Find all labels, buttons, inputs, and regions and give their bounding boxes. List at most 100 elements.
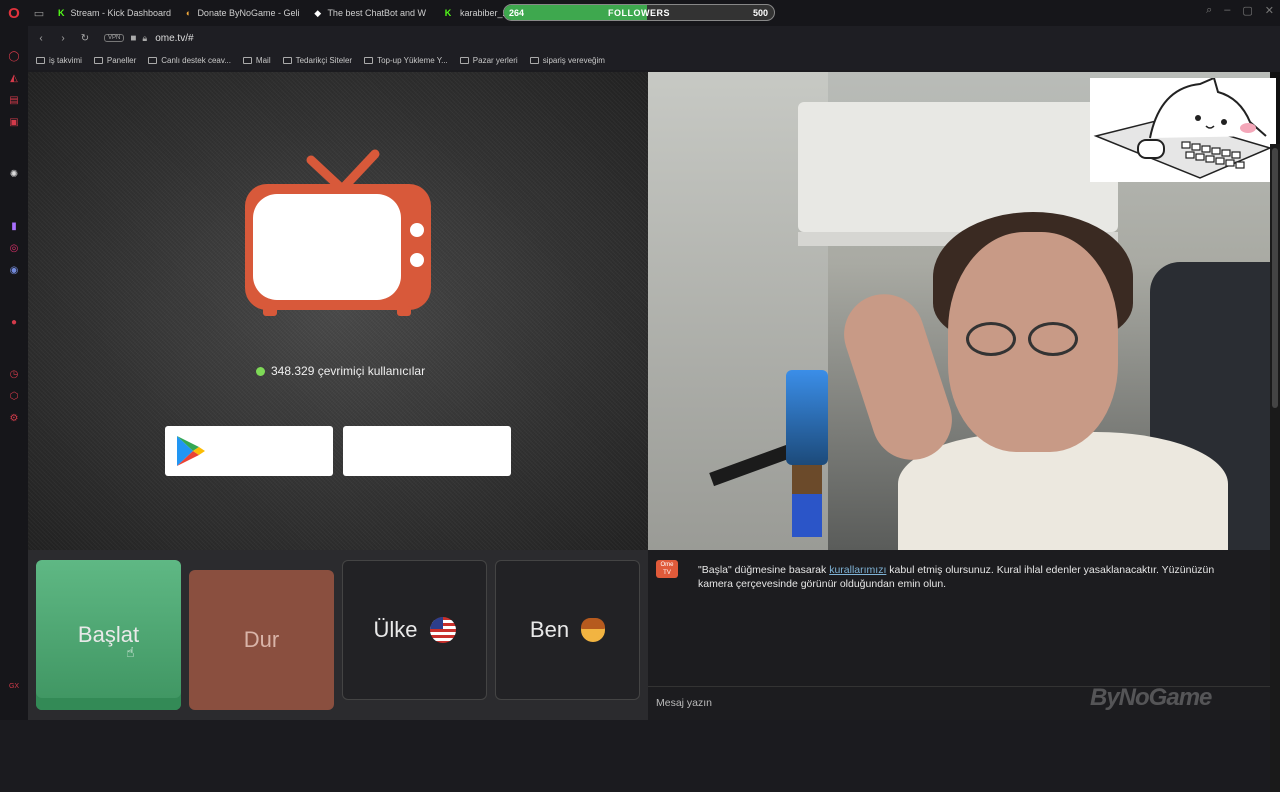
history-icon[interactable]: ◷ <box>8 368 20 380</box>
bookmark-folder[interactable]: iş takvimi <box>36 56 82 65</box>
gx-icon[interactable]: GX <box>8 680 20 692</box>
address-bar: ‹ › ↻ VPN ■ 🔒︎ ome.tv/# <box>28 26 1280 50</box>
bookmark-label: Pazar yerleri <box>472 55 518 65</box>
back-icon[interactable]: ‹ <box>32 33 50 44</box>
country-button-label: Ülke <box>373 617 418 642</box>
folder-icon <box>93 56 103 64</box>
folder-icon <box>364 56 374 64</box>
folder-icon <box>36 56 45 64</box>
folder-icon <box>242 56 252 64</box>
tab-label: karabiber_2 <box>460 8 508 18</box>
folder-icon <box>282 56 292 64</box>
google-play-button[interactable] <box>165 426 333 476</box>
settings-icon[interactable]: ⚙ <box>8 412 20 424</box>
folder-icon <box>459 56 469 64</box>
search-icon[interactable]: ⌕ <box>1206 4 1212 17</box>
maximize-icon[interactable]: ▢ <box>1242 4 1252 17</box>
tab-2[interactable]: ◆ The best ChatBot and W <box>306 0 434 26</box>
me-button-label: Ben <box>529 617 570 642</box>
scrollbar-thumb[interactable] <box>1272 148 1278 408</box>
page-scrollbar[interactable] <box>1270 144 1280 792</box>
forward-icon[interactable]: › <box>54 33 72 44</box>
mouse-cursor-icon: ☝ <box>126 644 135 660</box>
folder-icon <box>529 56 539 64</box>
tab-label: Donate ByNoGame - Geli <box>197 8 300 18</box>
me-button[interactable]: Ben <box>495 560 640 700</box>
followers-goal-widget: 264 FOLLOWERS 500 <box>503 4 775 21</box>
bookmarks-icon[interactable]: ▣ <box>8 116 20 128</box>
us-flag-icon <box>429 617 456 643</box>
discord-icon[interactable]: ◉ <box>8 264 20 276</box>
reload-icon[interactable]: ↻ <box>76 33 94 44</box>
bynogame-watermark: ByNoGame <box>1090 684 1212 711</box>
chat-system-message: "Başla" düğmesine basarak kurallarımızı … <box>698 563 1218 591</box>
chatgpt-icon[interactable]: ✺ <box>8 168 20 180</box>
bookmark-label: Tedarikçi Siteler <box>295 55 353 65</box>
start-button[interactable]: Başlat <box>36 560 181 710</box>
bookmark-label: Mail <box>255 55 271 65</box>
bookmark-folder[interactable]: Pazar yerleri <box>459 55 518 65</box>
kick-icon: K <box>444 8 452 18</box>
bookmark-folder[interactable]: Top-up Yükleme Y... <box>364 56 448 65</box>
extensions-icon[interactable]: ⬡ <box>8 390 20 402</box>
ome-controls: Başlat Dur Ülke Ben <box>28 550 648 720</box>
stop-button-label: Dur <box>243 627 280 652</box>
online-users-count: 348.329 çevrimiçi kullanıcılar <box>256 364 425 378</box>
bookmark-folder[interactable]: Canlı destek ceav... <box>148 56 231 65</box>
window-controls: ⌕ – ▢ ✕ <box>1206 4 1274 17</box>
tab-label: The best ChatBot and W <box>327 8 426 18</box>
bookmark-folder[interactable]: Paneller <box>93 55 137 65</box>
minimize-icon[interactable]: – <box>1224 4 1230 17</box>
avatar-emoji-icon <box>581 618 606 642</box>
tab-menu-icon[interactable]: ▭ <box>28 7 50 20</box>
bookmark-label: iş takvimi <box>49 55 82 65</box>
folder-icon <box>148 56 158 64</box>
online-dot-icon <box>256 366 265 376</box>
tab-1[interactable]: ◐ Donate ByNoGame - Geli <box>178 0 306 26</box>
rules-link[interactable]: kurallarımızı <box>829 564 886 576</box>
ome-tv-logo-icon <box>245 149 431 316</box>
country-button[interactable]: Ülke <box>342 560 487 700</box>
bookmark-folder[interactable]: Mail <box>242 55 271 65</box>
bongo-cat-overlay <box>1090 78 1276 182</box>
twitch-icon[interactable]: ▮ <box>8 220 20 232</box>
chat-message-prefix: "Başla" düğmesine basarak <box>698 564 830 576</box>
camera-person-glasses <box>966 322 1106 356</box>
bookmark-label: sipariş vereveğim <box>542 55 605 65</box>
bookmark-label: Top-up Yükleme Y... <box>377 55 448 65</box>
close-icon[interactable]: ✕ <box>1265 4 1274 17</box>
bynogame-icon: ◐ <box>186 8 192 18</box>
bookmarks-bar: iş takvimi Paneller Canlı destek ceav...… <box>28 50 1280 70</box>
stop-button[interactable]: Dur <box>189 570 334 710</box>
instagram-icon[interactable]: ◎ <box>8 242 20 254</box>
app-store-button[interactable] <box>343 426 511 476</box>
vpn-badge[interactable]: VPN <box>104 34 125 42</box>
ome-tv-chat-logo-icon: Ome TV <box>656 560 678 578</box>
microphone <box>778 370 836 540</box>
browser-sidebar: ◯ ◭ ▤ ▣ ✺ ▮ ◎ ◉ ● ◷ ⬡ ⚙ GX <box>0 26 28 720</box>
gx-corner-icon[interactable]: ▤ <box>8 94 20 106</box>
chat-placeholder: Mesaj yazın <box>656 697 713 709</box>
url-field[interactable]: ome.tv/# <box>155 33 193 44</box>
bookmark-label: Paneller <box>106 55 137 65</box>
opera-logo-icon[interactable]: O <box>0 0 28 26</box>
followers-label: FOLLOWERS <box>608 8 670 18</box>
aria-icon[interactable]: ◯ <box>8 50 20 62</box>
bookmark-folder[interactable]: sipariş vereveğim <box>529 55 605 65</box>
music-icon[interactable]: ● <box>8 316 20 328</box>
crypto-wallet-icon[interactable]: ◭ <box>8 72 20 84</box>
camera-icon[interactable]: ■ <box>130 33 136 44</box>
bookmark-label: Canlı destek ceav... <box>161 55 231 65</box>
online-users-text: 348.329 çevrimiçi kullanıcılar <box>271 364 426 378</box>
chatbot-icon: ◆ <box>314 7 322 18</box>
followers-goal: 500 <box>752 8 768 18</box>
lock-icon[interactable]: 🔒︎ <box>142 33 147 44</box>
ome-tv-page: 348.329 çevrimiçi kullanıcılar Başlat Du… <box>28 72 1280 792</box>
bookmark-folder[interactable]: Tedarikçi Siteler <box>282 55 353 65</box>
partner-video-pane: 348.329 çevrimiçi kullanıcılar <box>28 72 648 550</box>
tab-0[interactable]: K Stream - Kick Dashboard <box>50 0 178 26</box>
google-play-icon <box>177 436 205 466</box>
kick-icon: K <box>58 8 65 18</box>
camera-background-bunkbed <box>798 102 1118 232</box>
tab-label: Stream - Kick Dashboard <box>70 8 172 18</box>
